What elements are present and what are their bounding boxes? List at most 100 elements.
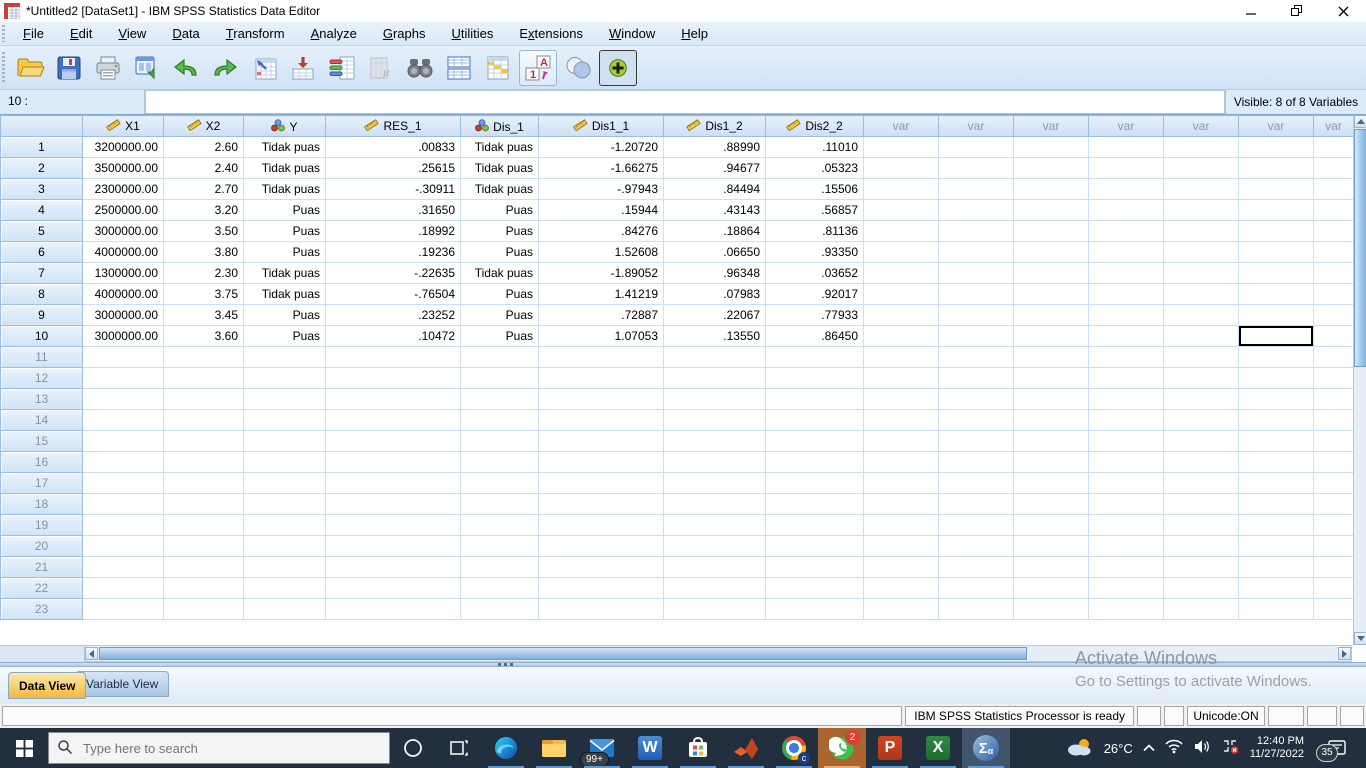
empty-cell[interactable]	[1313, 220, 1354, 242]
empty-cell[interactable]	[538, 409, 664, 431]
empty-cell[interactable]	[663, 535, 766, 557]
data-cell[interactable]: 4000000.00	[82, 241, 164, 263]
empty-cell[interactable]	[1013, 598, 1089, 620]
data-cell[interactable]: -.97943	[538, 178, 664, 200]
row-header[interactable]: 9	[0, 304, 83, 326]
data-cell[interactable]: Puas	[460, 220, 539, 242]
mail-icon[interactable]: 99+	[578, 728, 626, 768]
empty-cell[interactable]	[765, 367, 864, 389]
empty-cell[interactable]	[325, 346, 461, 368]
empty-cell[interactable]	[765, 388, 864, 410]
data-cell[interactable]: Tidak puas	[243, 262, 326, 284]
scroll-up-button[interactable]	[1354, 115, 1366, 128]
empty-cell[interactable]	[1313, 430, 1354, 452]
empty-cell[interactable]	[863, 262, 939, 284]
row-header[interactable]: 21	[0, 556, 83, 578]
row-header[interactable]: 7	[0, 262, 83, 284]
empty-cell[interactable]	[1088, 325, 1164, 347]
taskbar-search-box[interactable]	[48, 732, 390, 764]
column-header-var[interactable]: var	[1163, 115, 1239, 137]
empty-cell[interactable]	[938, 136, 1014, 158]
empty-cell[interactable]	[863, 325, 939, 347]
empty-cell[interactable]	[863, 367, 939, 389]
data-cell[interactable]: 2.60	[163, 136, 244, 158]
empty-cell[interactable]	[82, 388, 164, 410]
empty-cell[interactable]	[538, 577, 664, 599]
scroll-right-button[interactable]	[1338, 647, 1351, 660]
data-cell[interactable]: 4000000.00	[82, 283, 164, 305]
empty-cell[interactable]	[82, 598, 164, 620]
menu-analyze[interactable]: Analyze	[298, 23, 370, 44]
empty-cell[interactable]	[325, 472, 461, 494]
empty-cell[interactable]	[460, 493, 539, 515]
column-header-var[interactable]: var	[938, 115, 1014, 137]
row-header[interactable]: 13	[0, 388, 83, 410]
data-cell[interactable]: 1.41219	[538, 283, 664, 305]
data-cell[interactable]: .06650	[663, 241, 766, 263]
empty-cell[interactable]	[1313, 598, 1354, 620]
start-button[interactable]	[0, 728, 48, 768]
task-view-icon[interactable]	[436, 728, 482, 768]
row-header[interactable]: 8	[0, 283, 83, 305]
empty-cell[interactable]	[82, 577, 164, 599]
empty-cell[interactable]	[82, 346, 164, 368]
empty-cell[interactable]	[663, 514, 766, 536]
data-cell[interactable]: 3000000.00	[82, 325, 164, 347]
empty-cell[interactable]	[1163, 157, 1239, 179]
menu-view[interactable]: View	[105, 23, 159, 44]
empty-cell[interactable]	[938, 556, 1014, 578]
use-variable-sets-icon[interactable]	[560, 51, 596, 85]
empty-cell[interactable]	[863, 535, 939, 557]
empty-cell[interactable]	[1313, 199, 1354, 221]
empty-cell[interactable]	[1088, 304, 1164, 326]
empty-cell[interactable]	[663, 472, 766, 494]
empty-cell[interactable]	[663, 409, 766, 431]
empty-cell[interactable]	[938, 325, 1014, 347]
menu-file[interactable]: File	[10, 23, 57, 44]
empty-cell[interactable]	[1013, 535, 1089, 557]
empty-cell[interactable]	[163, 577, 244, 599]
row-header[interactable]: 17	[0, 472, 83, 494]
empty-cell[interactable]	[243, 514, 326, 536]
empty-cell[interactable]	[1313, 346, 1354, 368]
empty-cell[interactable]	[1238, 346, 1314, 368]
empty-cell[interactable]	[1088, 220, 1164, 242]
data-cell[interactable]: Puas	[243, 304, 326, 326]
empty-cell[interactable]	[863, 472, 939, 494]
empty-cell[interactable]	[1013, 346, 1089, 368]
empty-cell[interactable]	[1013, 577, 1089, 599]
empty-cell[interactable]	[1163, 325, 1239, 347]
empty-cell[interactable]	[1313, 367, 1354, 389]
row-header[interactable]: 20	[0, 535, 83, 557]
goto-case-icon[interactable]	[246, 51, 282, 85]
vertical-scrollbar-thumb[interactable]	[1354, 129, 1366, 367]
empty-cell[interactable]	[243, 556, 326, 578]
empty-cell[interactable]	[1238, 598, 1314, 620]
empty-cell[interactable]	[765, 451, 864, 473]
empty-cell[interactable]	[938, 346, 1014, 368]
column-header-var[interactable]: var	[1013, 115, 1089, 137]
empty-cell[interactable]	[765, 535, 864, 557]
empty-cell[interactable]	[243, 598, 326, 620]
empty-cell[interactable]	[1313, 577, 1354, 599]
data-cell[interactable]: Puas	[243, 220, 326, 242]
empty-cell[interactable]	[1088, 493, 1164, 515]
empty-cell[interactable]	[1163, 262, 1239, 284]
empty-cell[interactable]	[163, 472, 244, 494]
empty-cell[interactable]	[938, 577, 1014, 599]
data-cell[interactable]: 3000000.00	[82, 304, 164, 326]
empty-cell[interactable]	[863, 241, 939, 263]
restore-button[interactable]	[1274, 0, 1320, 22]
temperature[interactable]: 26°C	[1104, 741, 1133, 756]
menu-edit[interactable]: Edit	[57, 23, 105, 44]
column-header-dis2_2[interactable]: Dis2_2	[765, 115, 864, 137]
empty-cell[interactable]	[1313, 304, 1354, 326]
empty-cell[interactable]	[765, 556, 864, 578]
empty-cell[interactable]	[1163, 577, 1239, 599]
empty-cell[interactable]	[1163, 451, 1239, 473]
empty-cell[interactable]	[1163, 136, 1239, 158]
row-header[interactable]: 3	[0, 178, 83, 200]
data-cell[interactable]: Tidak puas	[460, 262, 539, 284]
empty-cell[interactable]	[1088, 283, 1164, 305]
empty-cell[interactable]	[1238, 367, 1314, 389]
